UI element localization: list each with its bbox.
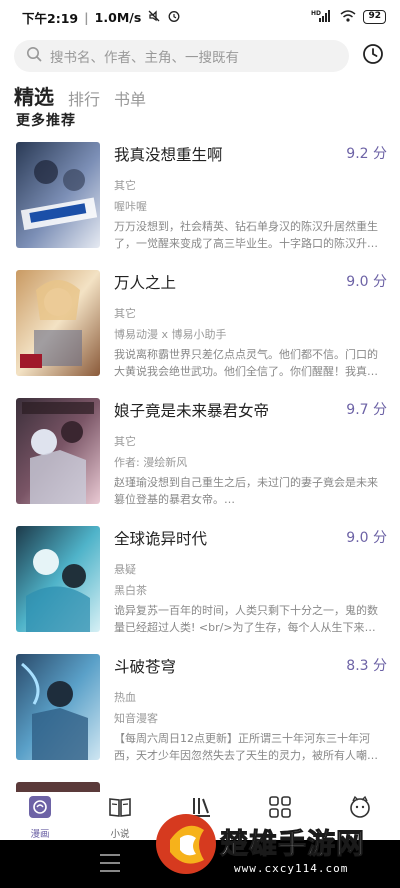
- book-score: 9.0 分: [346, 530, 387, 546]
- search-row: 搜书名、作者、主角、一搜既有: [14, 40, 386, 72]
- nav-novel-label: 小说: [110, 829, 130, 840]
- list-item[interactable]: 万人之上 9.0 分 其它 博易动漫 x 博易小助手 我说离称霸世界只差亿点点灵…: [0, 270, 400, 378]
- battery-indicator: 92: [363, 10, 386, 24]
- top-tabs: 精选 排行 书单: [14, 80, 146, 110]
- book-score: 9.2 分: [346, 146, 387, 162]
- signal-icon: HD: [311, 9, 333, 26]
- clock-icon: [362, 43, 384, 69]
- book-title: 娘子竟是未来暴君女帝: [114, 402, 270, 420]
- status-bar: 下午2:19 | 1.0M/s HD 92: [0, 0, 400, 34]
- book-genre: 其它: [114, 179, 136, 192]
- book-cover: [16, 654, 100, 760]
- book-title: 我真没想重生啊: [114, 146, 223, 164]
- section-title: 更多推荐: [16, 113, 76, 129]
- book-cover: [16, 142, 100, 248]
- watermark-title: 楚雄手游网: [219, 827, 366, 861]
- book-cover: [16, 526, 100, 632]
- nav-novel[interactable]: 小说: [92, 794, 148, 840]
- book-author: 知音漫客: [114, 712, 158, 725]
- history-button[interactable]: [360, 43, 386, 69]
- nav-comic[interactable]: 漫画: [12, 794, 68, 840]
- book-genre: 热血: [114, 691, 136, 704]
- list-item[interactable]: 娘子竟是未来暴君女帝 9.7 分 其它 作者: 漫绘新风 赵瑾瑜没想到自己重生之…: [0, 398, 400, 506]
- wifi-icon: [340, 9, 356, 26]
- book-title: 斗破苍穹: [114, 658, 177, 676]
- book-description: 【每周六周日12点更新】正所谓三十年河东三十年河西，天才少年因忽然失去了天生的灵…: [114, 732, 378, 762]
- watermark-url: www.cxcy114.com: [234, 862, 349, 875]
- watermark-logo-icon: [156, 814, 216, 874]
- search-placeholder: 搜书名、作者、主角、一搜既有: [50, 50, 239, 66]
- book-cover: [16, 398, 100, 504]
- book-author: 博易动漫 x 博易小助手: [114, 328, 227, 341]
- tab-booklist[interactable]: 书单: [114, 86, 146, 110]
- book-author: 黑白茶: [114, 584, 147, 597]
- book-title: 万人之上: [114, 274, 177, 292]
- comic-icon: [27, 794, 53, 824]
- menu-icon[interactable]: [100, 854, 120, 872]
- book-description: 我说离称霸世界只差亿点点灵气。他们都不信。门口的大黄说我会绝世武功。他们全信了。…: [114, 348, 378, 378]
- search-icon: [26, 46, 42, 66]
- book-score: 8.3 分: [346, 658, 387, 674]
- book-description: 诡异复苏一百年的时间，人类只剩下十分之一，鬼的数量已经超过人类! <br/>为了…: [114, 604, 378, 634]
- alarm-icon: [167, 9, 181, 26]
- list-item[interactable]: 我真没想重生啊 9.2 分 其它 喔咔喔 万万没想到，社会精英、钻石单身汉的陈汉…: [0, 142, 400, 250]
- book-genre: 悬疑: [114, 563, 136, 576]
- nav-comic-label: 漫画: [30, 829, 50, 840]
- site-watermark: 楚雄手游网 www.cxcy114.com: [150, 800, 400, 888]
- book-genre: 其它: [114, 435, 136, 448]
- status-speed: 1.0M/s: [94, 9, 142, 25]
- mute-icon: [147, 9, 161, 26]
- book-author: 作者: 漫绘新风: [114, 456, 188, 469]
- book-description: 万万没想到，社会精英、钻石单身汉的陈汉升居然重生了，一觉醒来变成了高三毕业生。十…: [114, 220, 378, 250]
- search-input[interactable]: 搜书名、作者、主角、一搜既有: [14, 40, 349, 72]
- tab-featured[interactable]: 精选: [14, 81, 54, 110]
- svg-text:HD: HD: [311, 10, 321, 17]
- tab-ranking[interactable]: 排行: [68, 86, 100, 110]
- list-item[interactable]: 斗破苍穹 8.3 分 热血 知音漫客 【每周六周日12点更新】正所谓三十年河东三…: [0, 654, 400, 762]
- book-author: 喔咔喔: [114, 200, 147, 213]
- book-title: 全球诡异时代: [114, 530, 208, 548]
- book-genre: 其它: [114, 307, 136, 320]
- book-score: 9.0 分: [346, 274, 387, 290]
- book-cover: [16, 270, 100, 376]
- book-score: 9.7 分: [346, 402, 387, 418]
- next-item-peek: [0, 780, 400, 792]
- book-description: 赵瑾瑜没想到自己重生之后，未过门的妻子竟会是未来篡位登基的暴君女帝。…: [114, 476, 378, 506]
- list-item[interactable]: 全球诡异时代 9.0 分 悬疑 黑白茶 诡异复苏一百年的时间，人类只剩下十分之一…: [0, 526, 400, 634]
- status-time: 下午2:19: [22, 10, 79, 26]
- book-icon: [107, 794, 133, 824]
